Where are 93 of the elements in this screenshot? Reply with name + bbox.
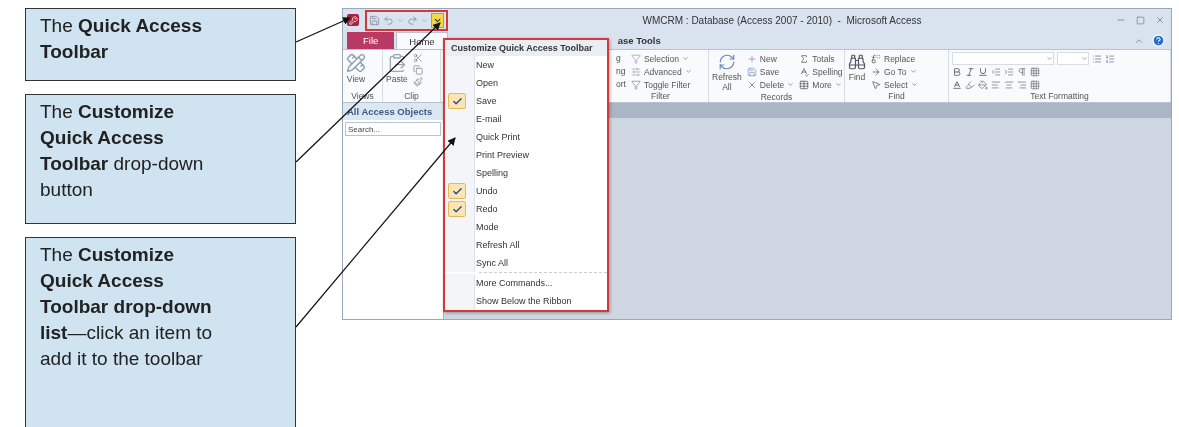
align-center-icon (1004, 79, 1014, 90)
menu-item[interactable]: Save (445, 92, 607, 110)
callout-text: The Customize Quick Access Toolbar drop-down button (40, 100, 205, 202)
caret-icon (1046, 55, 1053, 62)
menu-title: Customize Quick Access Toolbar (445, 40, 607, 56)
replace-icon (871, 53, 881, 64)
sliders-icon (630, 66, 641, 77)
refresh-icon (717, 53, 736, 71)
totals-button[interactable]: Totals (812, 53, 835, 64)
menu-item[interactable]: Undo (445, 182, 607, 200)
underline-icon (978, 66, 988, 77)
numbered-list-icon (1105, 53, 1115, 64)
paintbrush-icon (412, 77, 423, 87)
help-icon[interactable] (1152, 34, 1165, 47)
ribbon-tab[interactable]: File (347, 32, 395, 49)
sigma-icon (799, 53, 810, 64)
replace-button[interactable]: Replace (884, 53, 916, 64)
go-to-button[interactable]: Go To (884, 66, 907, 77)
bullet-list-icon (1092, 53, 1102, 64)
arrow-right-icon (871, 66, 881, 77)
callout-text: The Quick Access Toolbar (40, 14, 203, 64)
bold-icon (952, 66, 962, 77)
caret-icon (397, 16, 404, 24)
close-icon (1155, 15, 1165, 25)
new-record-button[interactable]: New (759, 53, 777, 64)
menu-item[interactable]: Open (445, 74, 607, 92)
group-label: Clip (404, 91, 419, 102)
pointer-icon (871, 79, 881, 90)
increase-indent-icon (1004, 66, 1014, 77)
copy-icon (412, 65, 423, 75)
spelling-button[interactable]: Spelling (812, 66, 843, 77)
menu-item[interactable]: E-mail (445, 110, 607, 128)
customize-toolbar-button[interactable] (431, 12, 444, 28)
group-label: Text Formatting (1030, 91, 1089, 102)
menu-item[interactable]: New (445, 56, 607, 74)
caret-icon (1081, 55, 1088, 62)
advanced-button[interactable]: Advanced (643, 66, 682, 77)
filter-icon (630, 53, 641, 64)
window-title: WMCRM : Database (Access 2007 - 2010) - Microsoft Access (641, 14, 923, 26)
view-button[interactable]: View (346, 53, 366, 84)
menu-item[interactable]: Redo (445, 200, 607, 218)
plus-icon (746, 53, 757, 64)
scissors-icon (412, 53, 423, 63)
menu-item[interactable]: More Commands... (445, 274, 607, 292)
menu-item[interactable]: Sync All (445, 254, 607, 272)
grid-icon (1030, 79, 1040, 90)
group-label: Filter (651, 91, 670, 102)
select-button[interactable]: Select (884, 79, 908, 90)
binoculars-icon (848, 53, 866, 71)
menu-item[interactable]: Print Preview (445, 146, 607, 164)
more-button[interactable]: More (812, 79, 832, 90)
fill-color-icon (978, 79, 988, 90)
delete-icon (746, 79, 757, 90)
align-left-icon (991, 79, 1001, 90)
search-field[interactable]: Search... (345, 122, 441, 136)
caret-icon (787, 81, 795, 88)
table-icon (799, 79, 810, 90)
delete-button[interactable]: Delete (759, 79, 785, 90)
selection-button[interactable]: Selection (643, 53, 679, 64)
command-label[interactable]: ng (616, 66, 626, 77)
view-icon (346, 53, 366, 73)
restore-icon (1136, 15, 1145, 25)
menu-item[interactable]: Show Below the Ribbon (445, 292, 607, 310)
refresh-all-button[interactable]: Refresh All (712, 53, 742, 92)
callout-text: The Customize Quick Access Toolbar drop-down list—click an item to add it to the toolbar (40, 243, 214, 371)
find-button[interactable]: Find (848, 53, 866, 82)
paste-button[interactable]: Paste (386, 53, 408, 84)
group-label: Records (760, 92, 793, 103)
font-color-icon (952, 79, 962, 90)
gridlines-icon (1030, 66, 1040, 77)
align-right-icon (1017, 79, 1027, 90)
menu-item[interactable]: Refresh All (445, 236, 607, 254)
funnel-icon (630, 79, 641, 90)
command-label[interactable]: ort (616, 79, 626, 90)
save-icon (746, 66, 757, 77)
caret-icon (834, 81, 842, 88)
group-label: Find (888, 91, 905, 102)
undo-icon (383, 14, 394, 26)
ribbon-tab[interactable]: ase Tools (613, 32, 665, 49)
redo-icon (407, 14, 418, 26)
paragraph-icon (1017, 66, 1027, 77)
italic-icon (965, 66, 975, 77)
highlight-icon (965, 79, 975, 90)
decrease-indent-icon (991, 66, 1001, 77)
app-icon[interactable] (347, 14, 359, 26)
command-label[interactable]: g (616, 53, 626, 64)
spellcheck-icon (799, 66, 810, 77)
menu-item[interactable]: Mode (445, 218, 607, 236)
toggle-filter-button[interactable]: Toggle Filter (643, 79, 691, 90)
menu-item[interactable]: Quick Print (445, 128, 607, 146)
save-icon (369, 14, 380, 26)
save-record-button[interactable]: Save (759, 66, 780, 77)
menu-item[interactable]: Spelling (445, 164, 607, 182)
